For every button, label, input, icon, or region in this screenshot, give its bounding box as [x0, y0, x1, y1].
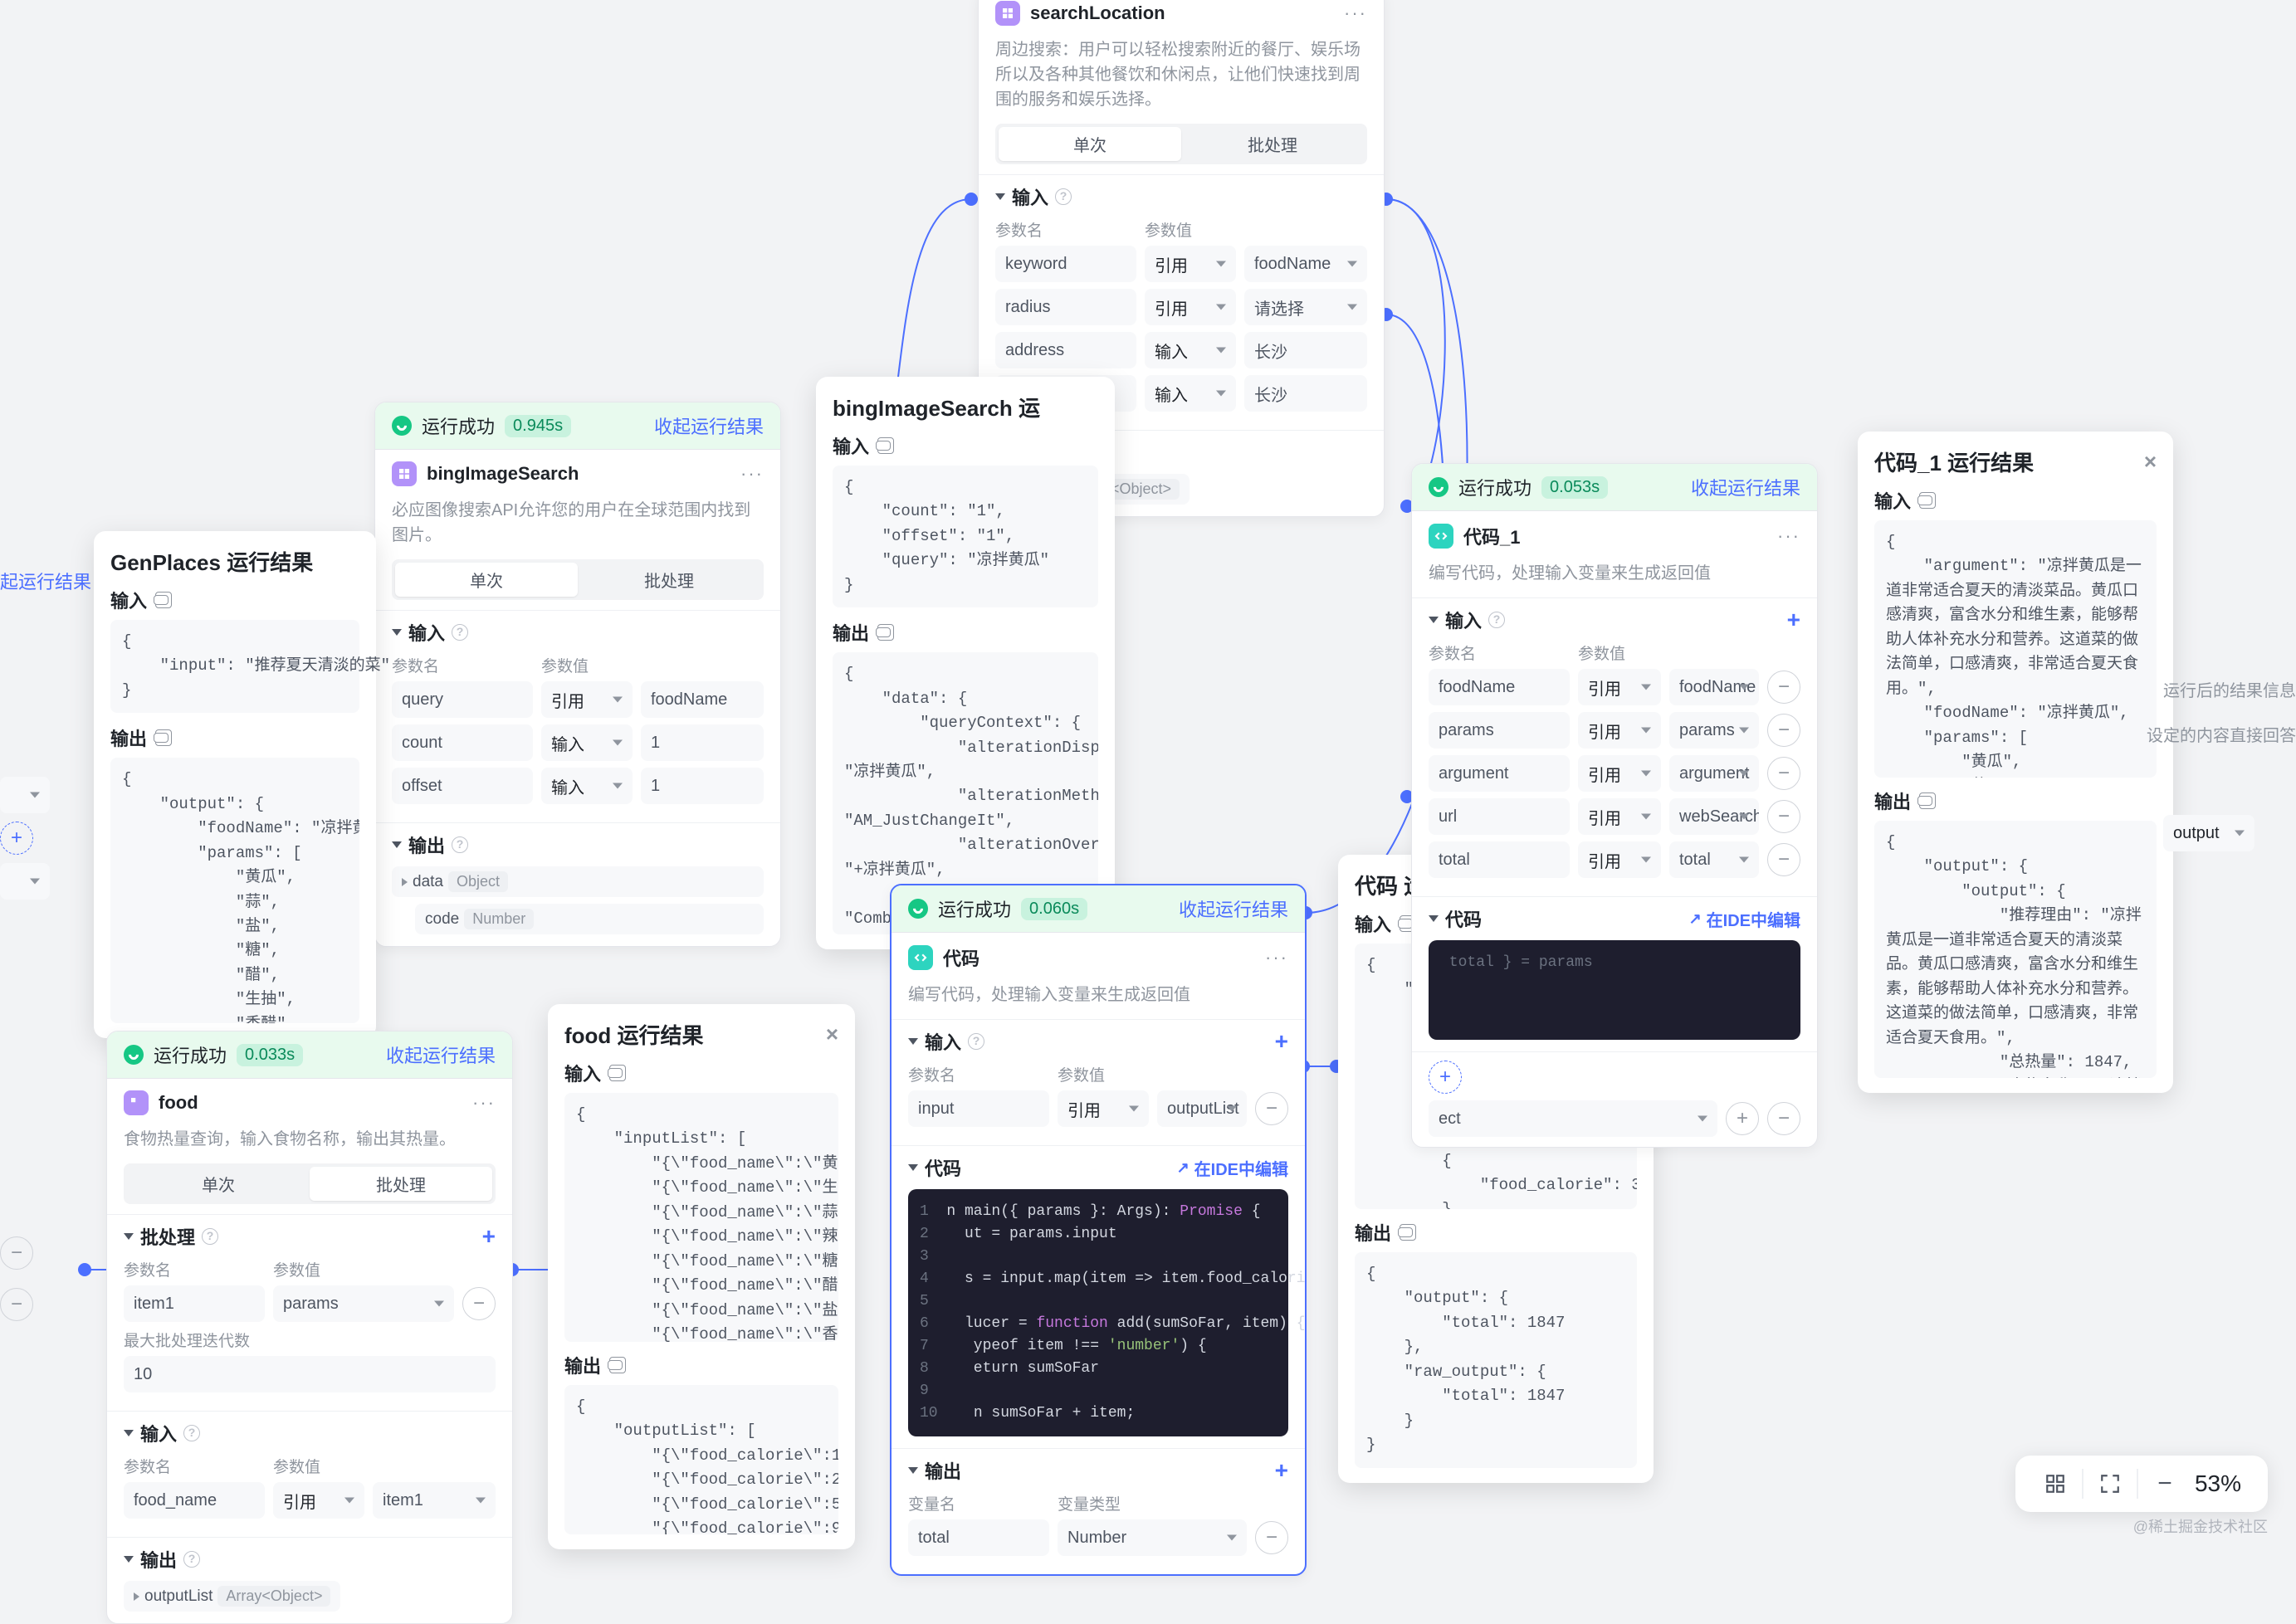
- collapse-link[interactable]: 收起运行结果: [654, 412, 764, 439]
- plugin-icon: [124, 1090, 149, 1115]
- close-icon[interactable]: ×: [826, 1022, 838, 1047]
- panel-genplaces: GenPlaces 运行结果 输入 { "input": "推荐夏天清淡的菜" …: [94, 531, 376, 1038]
- status-bar: 运行成功0.945s收起运行结果: [375, 402, 780, 450]
- add-icon[interactable]: +: [1275, 1030, 1288, 1053]
- chevron-down-icon[interactable]: [995, 193, 1005, 200]
- more-icon[interactable]: ···: [1344, 2, 1367, 24]
- ide-link[interactable]: 在IDE中编辑: [1177, 1156, 1288, 1180]
- remove-icon[interactable]: −: [462, 1287, 496, 1320]
- node-desc: 周边搜索：用户可以轻松搜索附近的餐厅、娱乐场所以及各种其他餐饮和休闲点，让他们快…: [979, 37, 1384, 124]
- copy-icon[interactable]: [877, 437, 894, 454]
- fit-icon[interactable]: [2090, 1464, 2130, 1504]
- node-code1[interactable]: 运行成功0.053s收起运行结果 代码_1··· 编写代码，处理输入变量来生成返…: [1411, 463, 1818, 1148]
- zoom-out-icon[interactable]: −: [2145, 1464, 2185, 1504]
- grid-icon[interactable]: [2035, 1464, 2075, 1504]
- add-icon[interactable]: +: [0, 822, 33, 855]
- success-icon: [392, 416, 412, 436]
- panel-bis-run: bingImageSearch 运 输入 { "count": "1", "of…: [816, 377, 1115, 949]
- node-code[interactable]: 运行成功0.060s收起运行结果 代码··· 编写代码，处理输入变量来生成返回值…: [890, 884, 1307, 1576]
- plugin-icon: [995, 1, 1020, 26]
- node-food[interactable]: 运行成功0.033s收起运行结果 food··· 食物热量查询，输入食物名称，输…: [106, 1031, 513, 1624]
- panel-code1-run: 代码_1 运行结果× 输入 { "argument": "凉拌黄瓜是一道非常适合…: [1858, 432, 2173, 1093]
- code-icon: [1429, 524, 1453, 549]
- add-icon[interactable]: +: [482, 1225, 496, 1248]
- collapse-link[interactable]: 起运行结果: [0, 568, 91, 594]
- copy-icon[interactable]: [877, 624, 894, 641]
- node-bingImageSearch[interactable]: 运行成功0.945s收起运行结果 bingImageSearch··· 必应图像…: [374, 402, 781, 947]
- watermark: @稀土掘金技术社区: [2133, 1515, 2268, 1537]
- more-icon[interactable]: ···: [740, 463, 764, 485]
- canvas-toolbar[interactable]: − 53%: [2015, 1456, 2268, 1512]
- code-icon: [908, 945, 933, 970]
- panel-food-run: food 运行结果× 输入 { "inputList": [ "{\"food_…: [548, 1004, 855, 1549]
- help-icon[interactable]: ?: [1055, 188, 1072, 205]
- add-icon[interactable]: +: [1726, 1102, 1759, 1135]
- zoom-level: 53%: [2188, 1470, 2248, 1497]
- add-output-icon[interactable]: +: [1429, 1061, 1462, 1094]
- close-icon[interactable]: ×: [2144, 449, 2157, 475]
- plugin-icon: [392, 461, 417, 486]
- node-title: searchLocation: [1030, 2, 1165, 24]
- code-editor[interactable]: total } = params: [1429, 940, 1800, 1040]
- mode-tabs[interactable]: 单次批处理: [995, 124, 1367, 164]
- code-editor[interactable]: 1 n main({ params }: Args): Promise {2 u…: [908, 1189, 1288, 1436]
